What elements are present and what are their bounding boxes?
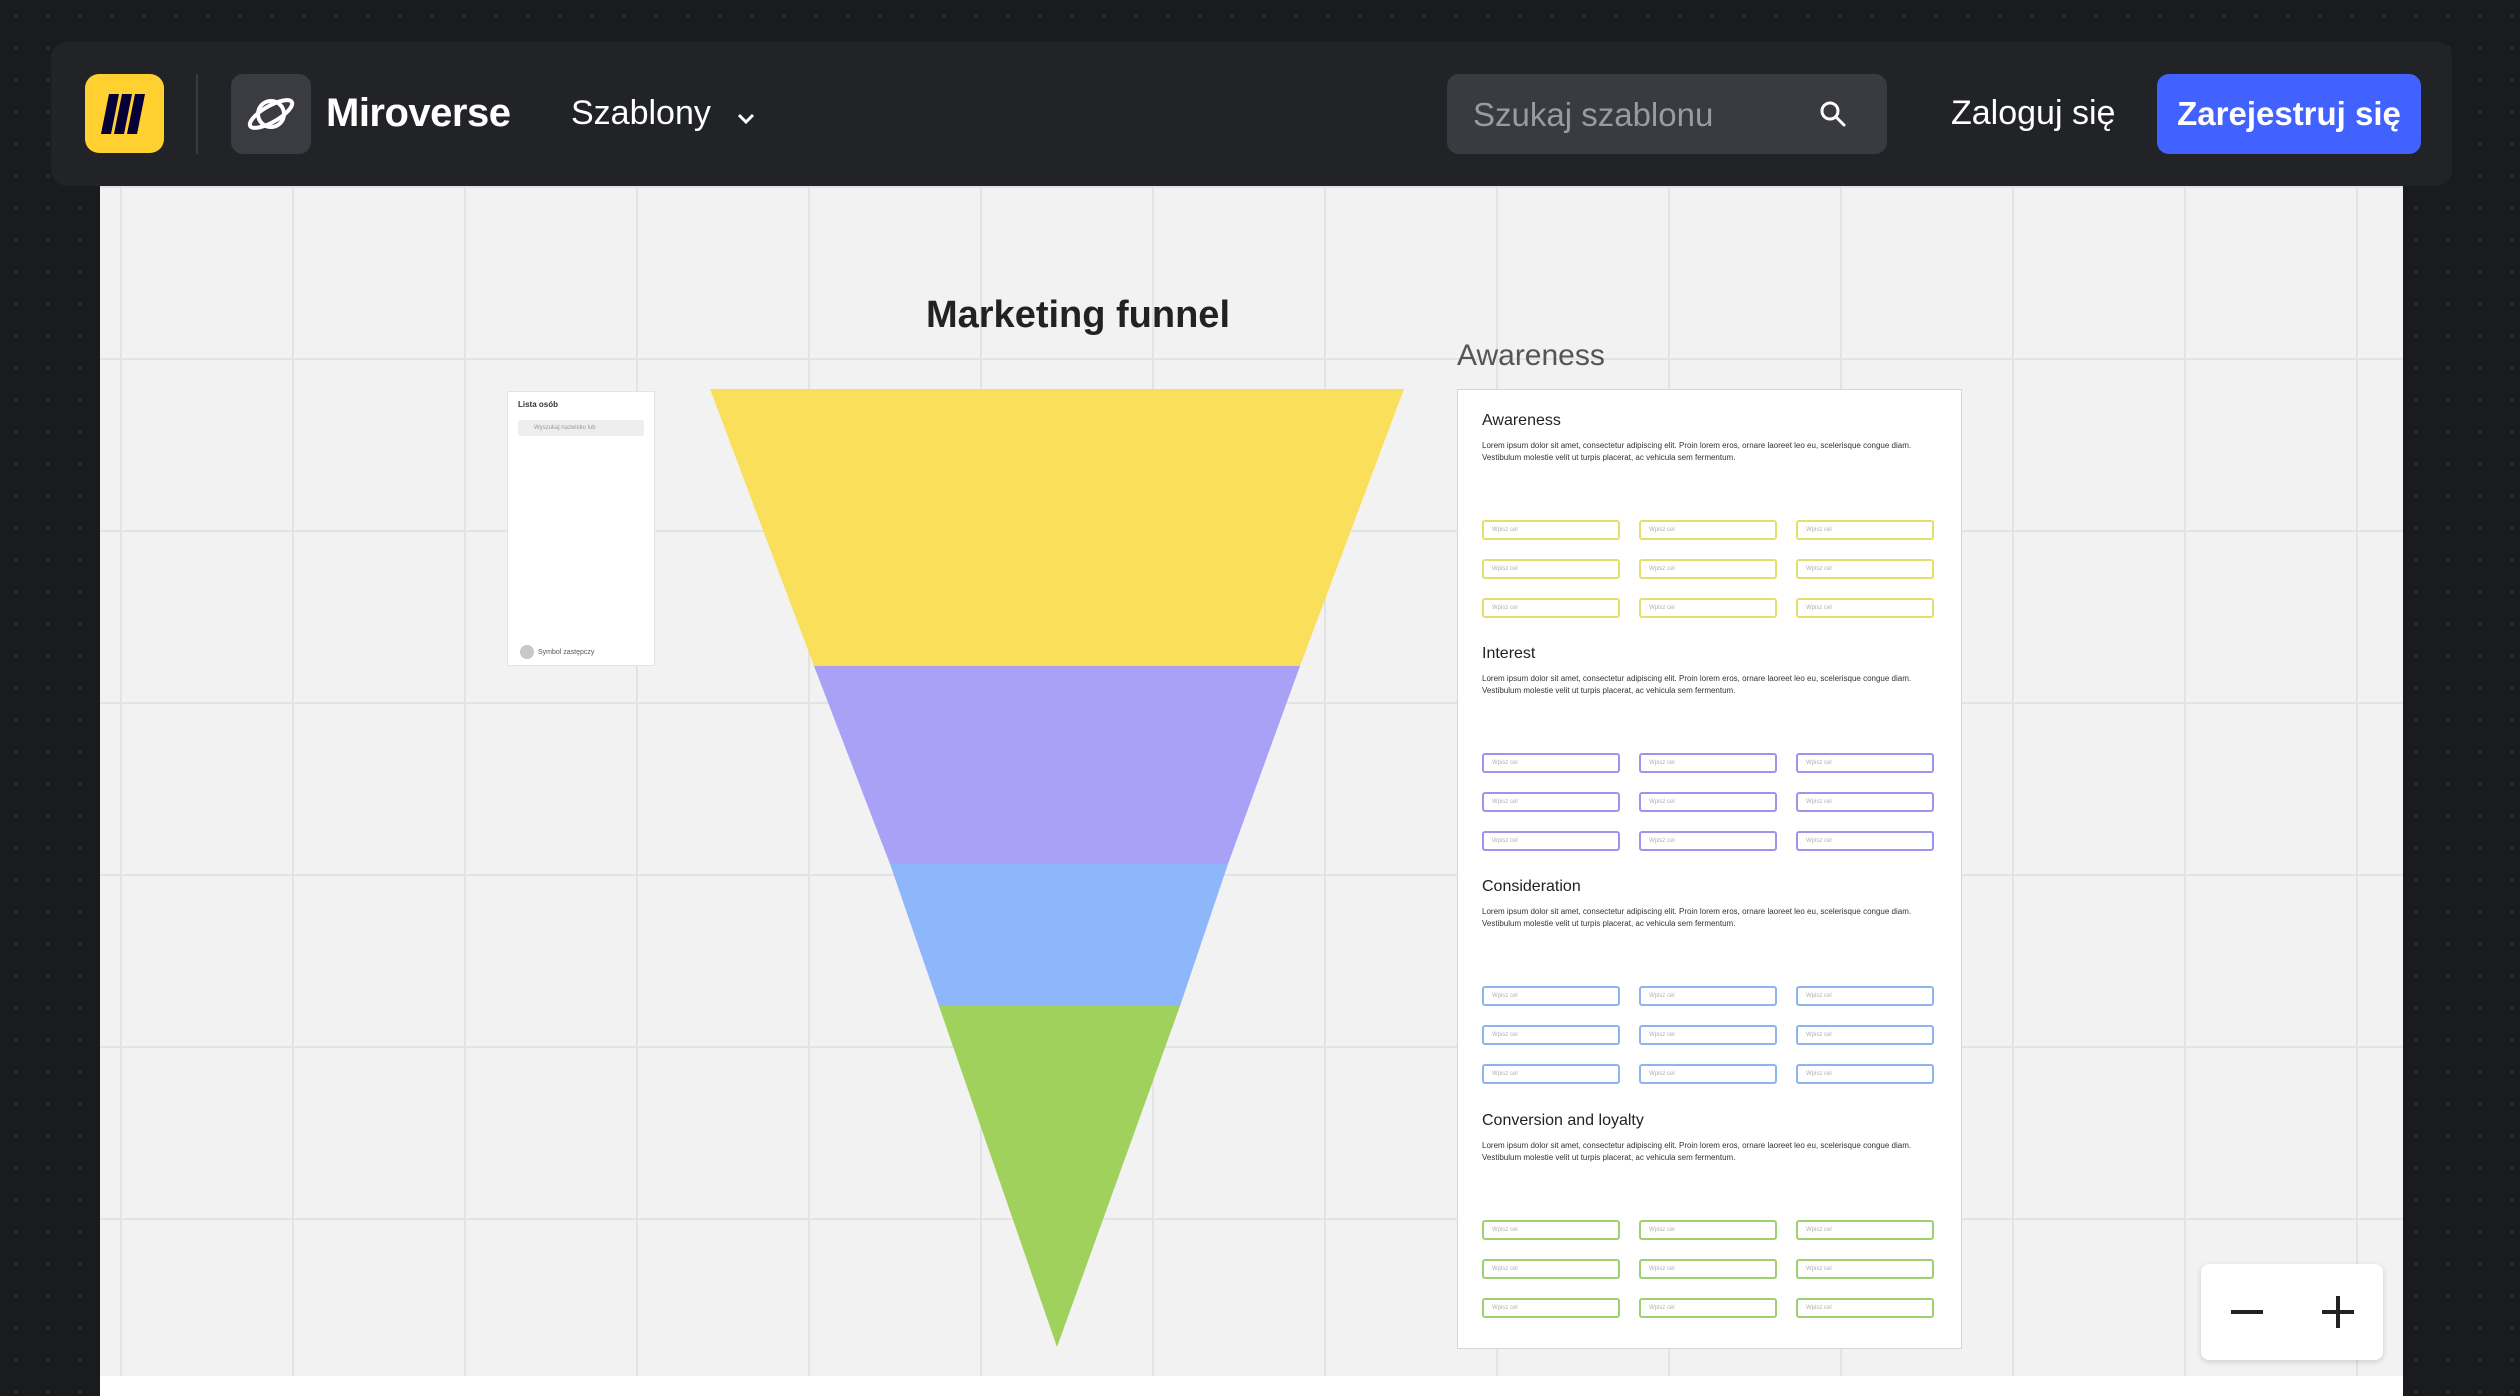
header-divider: [196, 74, 198, 154]
people-placeholder-item: Symbol zastępczy: [520, 645, 594, 659]
section-title: Awareness: [1482, 412, 1561, 429]
funnel-stage-awareness[interactable]: [710, 389, 1404, 666]
marketing-funnel-graphic[interactable]: [710, 389, 1410, 1359]
section-title: Conversion and loyalty: [1482, 1112, 1644, 1129]
goal-input[interactable]: Wpisz cel: [1639, 1025, 1777, 1045]
section-consideration: Consideration Lorem ipsum dolor sit amet…: [1482, 878, 1942, 1084]
goal-input[interactable]: Wpisz cel: [1796, 598, 1934, 618]
goal-input[interactable]: Wpisz cel: [1796, 753, 1934, 773]
goal-input[interactable]: Wpisz cel: [1482, 520, 1620, 540]
avatar: [520, 645, 534, 659]
goal-input[interactable]: Wpisz cel: [1639, 598, 1777, 618]
plus-icon: [2322, 1296, 2354, 1328]
funnel-stage-interest[interactable]: [814, 666, 1300, 864]
people-placeholder-label: Symbol zastępczy: [538, 648, 595, 656]
goal-input[interactable]: Wpisz cel: [1482, 792, 1620, 812]
goal-input[interactable]: Wpisz cel: [1796, 1064, 1934, 1084]
people-list-title: Lista osób: [518, 400, 559, 409]
people-search-input[interactable]: Wyszukaj nazwisko lub: [518, 420, 644, 436]
zoom-out-button[interactable]: [2201, 1264, 2292, 1360]
minus-icon: [2231, 1310, 2263, 1314]
goal-input[interactable]: Wpisz cel: [1639, 559, 1777, 579]
goal-input[interactable]: Wpisz cel: [1482, 753, 1620, 773]
section-body: Lorem ipsum dolor sit amet, consectetur …: [1482, 1141, 1912, 1162]
goal-input[interactable]: Wpisz cel: [1482, 1064, 1620, 1084]
goal-input[interactable]: Wpisz cel: [1796, 559, 1934, 579]
frame-label: Awareness: [1457, 339, 1605, 372]
goal-input[interactable]: Wpisz cel: [1482, 1025, 1620, 1045]
funnel-stage-consideration[interactable]: [890, 864, 1228, 1006]
goal-input[interactable]: Wpisz cel: [1482, 1259, 1620, 1279]
goal-input[interactable]: Wpisz cel: [1639, 520, 1777, 540]
people-list-panel[interactable]: Lista osób Wyszukaj nazwisko lub Symbol …: [507, 391, 655, 666]
goal-input[interactable]: Wpisz cel: [1796, 520, 1934, 540]
goal-input[interactable]: Wpisz cel: [1796, 1298, 1934, 1318]
zoom-in-button[interactable]: [2292, 1264, 2383, 1360]
search-input[interactable]: [1471, 74, 1815, 156]
login-link[interactable]: Zaloguj się: [1951, 88, 2115, 138]
templates-label: Szablony: [571, 94, 711, 132]
goal-input[interactable]: Wpisz cel: [1639, 1220, 1777, 1240]
chevron-down-icon: [736, 90, 756, 140]
goal-input[interactable]: Wpisz cel: [1639, 792, 1777, 812]
funnel-goals-document[interactable]: Awareness Lorem ipsum dolor sit amet, co…: [1457, 389, 1962, 1349]
funnel-title: Marketing funnel: [925, 294, 1231, 336]
goal-input[interactable]: Wpisz cel: [1482, 559, 1620, 579]
board-bottom-edge: [100, 1376, 2403, 1396]
goal-input[interactable]: Wpisz cel: [1796, 1220, 1934, 1240]
brand-name[interactable]: Miroverse: [326, 88, 511, 138]
goal-input[interactable]: Wpisz cel: [1482, 598, 1620, 618]
goal-input[interactable]: Wpisz cel: [1639, 831, 1777, 851]
goal-input[interactable]: Wpisz cel: [1639, 986, 1777, 1006]
miro-logo-icon[interactable]: [85, 74, 164, 153]
goal-input[interactable]: Wpisz cel: [1482, 831, 1620, 851]
board-canvas[interactable]: Marketing funnel Lista osób Wyszukaj naz…: [100, 186, 2403, 1376]
funnel-stage-conversion[interactable]: [939, 1006, 1180, 1347]
section-conversion: Conversion and loyalty Lorem ipsum dolor…: [1482, 1112, 1942, 1318]
section-interest: Interest Lorem ipsum dolor sit amet, con…: [1482, 645, 1942, 851]
signup-button[interactable]: Zarejestruj się: [2157, 74, 2421, 154]
goal-input[interactable]: Wpisz cel: [1796, 792, 1934, 812]
section-body: Lorem ipsum dolor sit amet, consectetur …: [1482, 441, 1912, 462]
goal-input[interactable]: Wpisz cel: [1482, 986, 1620, 1006]
goal-input[interactable]: Wpisz cel: [1796, 1025, 1934, 1045]
templates-dropdown[interactable]: Szablony: [571, 88, 756, 138]
section-title: Consideration: [1482, 878, 1581, 895]
goal-input[interactable]: Wpisz cel: [1639, 1259, 1777, 1279]
goal-input[interactable]: Wpisz cel: [1639, 1064, 1777, 1084]
search-icon[interactable]: [1819, 100, 1847, 133]
goal-input[interactable]: Wpisz cel: [1639, 1298, 1777, 1318]
section-title: Interest: [1482, 645, 1536, 662]
goal-input[interactable]: Wpisz cel: [1482, 1220, 1620, 1240]
goal-input[interactable]: Wpisz cel: [1796, 1259, 1934, 1279]
goal-input[interactable]: Wpisz cel: [1796, 831, 1934, 851]
goal-input[interactable]: Wpisz cel: [1796, 986, 1934, 1006]
section-body: Lorem ipsum dolor sit amet, consectetur …: [1482, 907, 1912, 928]
goal-input[interactable]: Wpisz cel: [1639, 753, 1777, 773]
top-navigation-bar: Miroverse Szablony Zaloguj się Zarejestr…: [51, 42, 2452, 186]
template-search: [1447, 74, 1887, 156]
section-body: Lorem ipsum dolor sit amet, consectetur …: [1482, 674, 1912, 695]
planet-icon[interactable]: [231, 74, 311, 154]
section-awareness: Awareness Lorem ipsum dolor sit amet, co…: [1482, 412, 1942, 618]
goal-input[interactable]: Wpisz cel: [1482, 1298, 1620, 1318]
zoom-controls: [2201, 1264, 2383, 1360]
